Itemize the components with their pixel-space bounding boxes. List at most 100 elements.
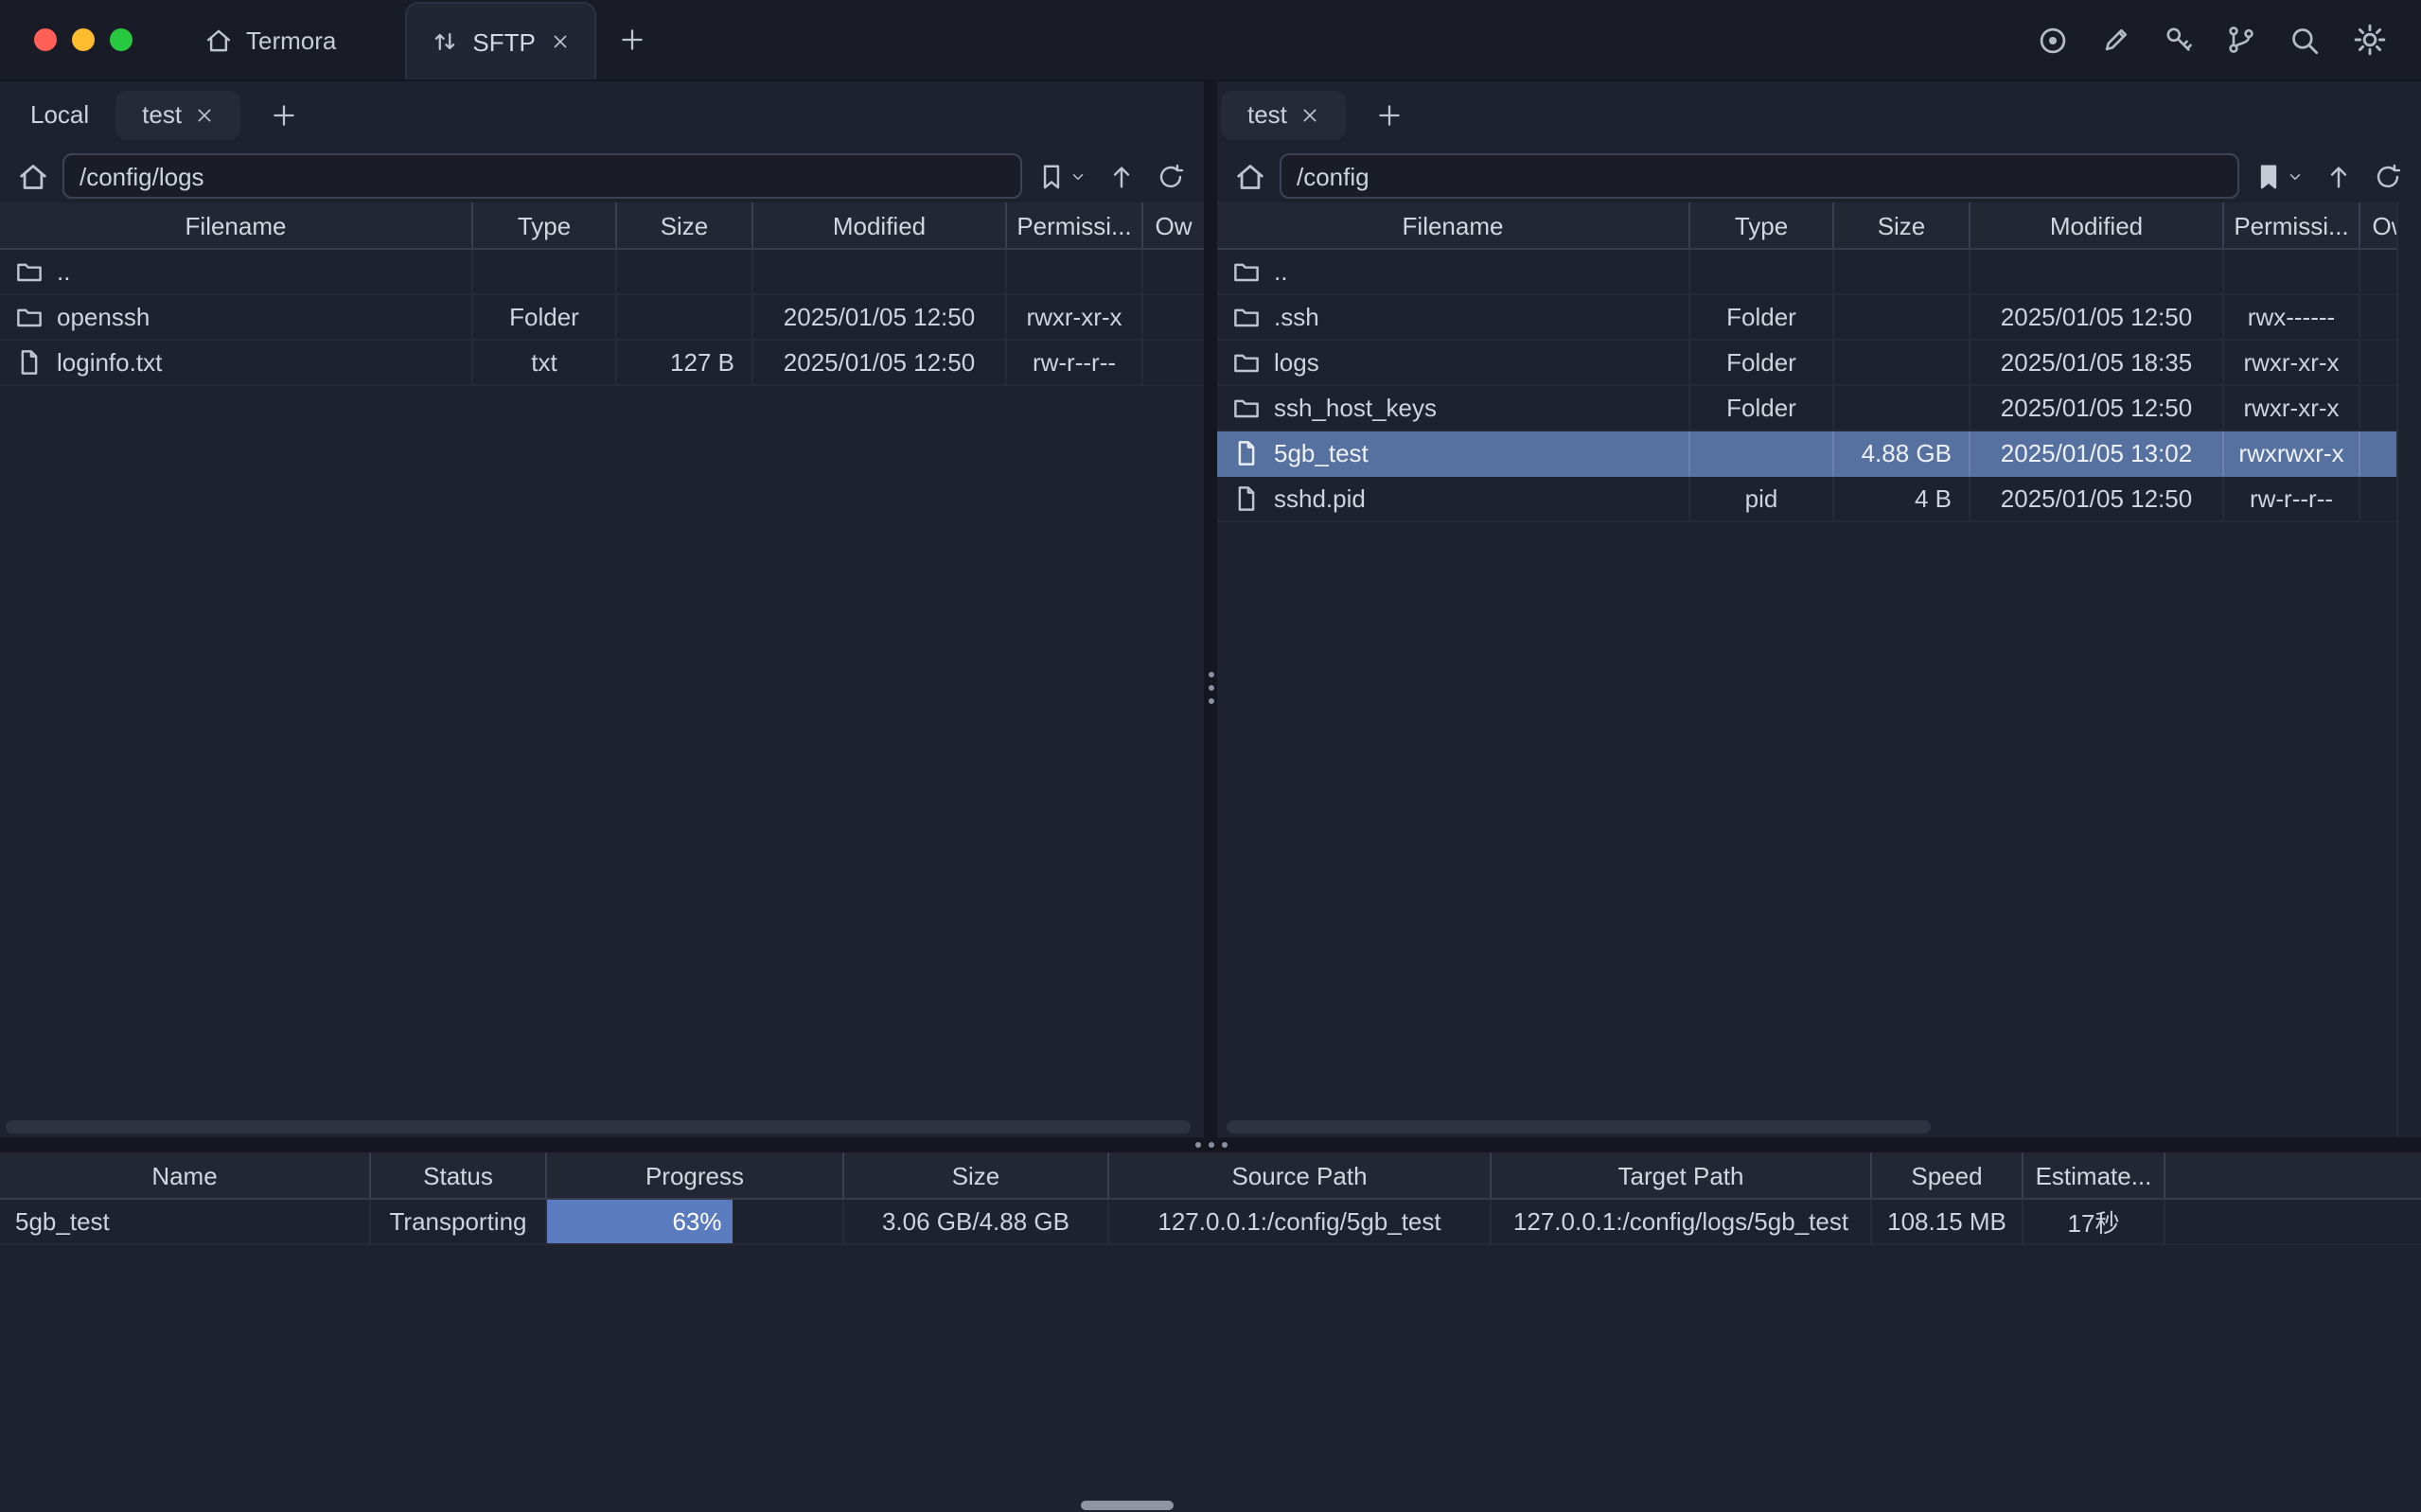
transfer-status-cell: Transporting	[371, 1200, 547, 1245]
left-bookmark-button[interactable]	[1037, 162, 1087, 190]
type-cell: Folder	[1690, 341, 1834, 386]
folder-icon	[15, 257, 44, 286]
tab-test-left[interactable]: test	[115, 90, 240, 139]
column-header-permissions[interactable]: Permissi...	[2224, 202, 2360, 248]
column-header-name[interactable]: Name	[0, 1152, 371, 1198]
left-horizontal-scrollbar[interactable]	[6, 1120, 1191, 1134]
size-cell: 4 B	[1834, 477, 1970, 522]
file-row-sshd-pid[interactable]: sshd.pid pid 4 B 2025/01/05 12:50 rw-r--…	[1217, 477, 2421, 522]
branch-icon[interactable]	[2226, 25, 2256, 55]
file-name: logs	[1274, 348, 1319, 377]
zoom-window-button[interactable]	[110, 28, 133, 51]
file-name: 5gb_test	[1274, 439, 1369, 467]
filename-cell: logs	[1217, 341, 1690, 386]
edit-icon[interactable]	[2101, 25, 2131, 55]
column-header-size[interactable]: Size	[844, 1152, 1109, 1198]
owner-cell	[1143, 250, 1204, 295]
titlebar-spacer	[668, 0, 2037, 79]
column-header-progress[interactable]: Progress	[547, 1152, 844, 1198]
search-icon[interactable]	[2288, 24, 2321, 56]
close-window-button[interactable]	[34, 28, 57, 51]
column-header-filename[interactable]: Filename	[1217, 202, 1690, 248]
tab-termora[interactable]: Termora	[178, 0, 362, 79]
plus-icon	[1376, 101, 1403, 128]
splitter-handle-icon	[1208, 672, 1213, 704]
close-tab-icon[interactable]	[1300, 105, 1319, 124]
folder-icon	[1232, 303, 1261, 331]
home-icon[interactable]	[17, 160, 49, 192]
tab-sftp[interactable]: SFTP	[404, 2, 595, 79]
column-header-target-path[interactable]: Target Path	[1492, 1152, 1872, 1198]
type-cell: pid	[1690, 477, 1834, 522]
right-path-input[interactable]	[1280, 153, 2239, 199]
file-name: openssh	[57, 303, 150, 331]
column-header-modified[interactable]: Modified	[753, 202, 1007, 248]
filename-cell: sshd.pid	[1217, 477, 1690, 522]
minimize-window-button[interactable]	[72, 28, 95, 51]
right-refresh-button[interactable]	[2374, 162, 2402, 190]
left-refresh-button[interactable]	[1157, 162, 1185, 190]
folder-icon	[1232, 394, 1261, 422]
column-header-speed[interactable]: Speed	[1872, 1152, 2023, 1198]
file-row-5gb-test-selected[interactable]: 5gb_test 4.88 GB 2025/01/05 13:02 rwxrwx…	[1217, 431, 2421, 477]
file-row-ssh[interactable]: .ssh Folder 2025/01/05 12:50 rwx------	[1217, 295, 2421, 341]
column-header-permissions[interactable]: Permissi...	[1007, 202, 1143, 248]
file-row-parent[interactable]: ..	[0, 250, 1204, 295]
column-header-status[interactable]: Status	[371, 1152, 547, 1198]
size-cell	[1834, 250, 1970, 295]
column-header-source-path[interactable]: Source Path	[1109, 1152, 1492, 1198]
file-icon	[15, 348, 44, 377]
transfers-header: Name Status Progress Size Source Path Ta…	[0, 1152, 2421, 1200]
permissions-cell	[2224, 250, 2360, 295]
column-header-size[interactable]: Size	[1834, 202, 1970, 248]
file-row-logs[interactable]: logs Folder 2025/01/05 18:35 rwxr-xr-x	[1217, 341, 2421, 386]
tab-test-right[interactable]: test	[1221, 90, 1346, 139]
file-row-ssh-host-keys[interactable]: ssh_host_keys Folder 2025/01/05 12:50 rw…	[1217, 386, 2421, 431]
filename-cell: loginfo.txt	[0, 341, 473, 386]
left-path-input[interactable]	[62, 153, 1022, 199]
vertical-splitter[interactable]	[1204, 81, 1217, 1137]
modified-cell	[1970, 250, 2224, 295]
refresh-icon	[1157, 162, 1185, 190]
key-icon[interactable]	[2164, 25, 2194, 55]
file-row-loginfo[interactable]: loginfo.txt txt 127 B 2025/01/05 12:50 r…	[0, 341, 1204, 386]
right-parent-dir-button[interactable]	[2324, 162, 2353, 190]
column-header-modified[interactable]: Modified	[1970, 202, 2224, 248]
file-row-parent[interactable]: ..	[1217, 250, 2421, 295]
column-header-type[interactable]: Type	[1690, 202, 1834, 248]
transfer-source-cell: 127.0.0.1:/config/5gb_test	[1109, 1200, 1492, 1245]
column-header-type[interactable]: Type	[473, 202, 617, 248]
column-header-estimate[interactable]: Estimate...	[2023, 1152, 2165, 1198]
type-cell	[473, 250, 617, 295]
transfer-target-cell: 127.0.0.1:/config/logs/5gb_test	[1492, 1200, 1872, 1245]
close-tab-icon[interactable]	[551, 32, 570, 51]
column-header-filename[interactable]: Filename	[0, 202, 473, 248]
right-vertical-scrollbar-track[interactable]	[2396, 202, 2421, 1137]
file-name: ssh_host_keys	[1274, 394, 1437, 422]
size-cell	[617, 250, 753, 295]
close-tab-icon[interactable]	[195, 105, 214, 124]
chevron-down-icon	[2287, 167, 2304, 185]
left-new-tab-button[interactable]	[263, 94, 305, 135]
transfer-progress-cell: 63%	[547, 1200, 844, 1245]
settings-icon[interactable]	[2353, 23, 2387, 57]
column-header-size[interactable]: Size	[617, 202, 753, 248]
type-cell	[1690, 431, 1834, 477]
header-filler	[2165, 1152, 2421, 1198]
progress-bar-fill: 63%	[547, 1200, 733, 1243]
record-icon[interactable]	[2037, 24, 2069, 56]
transfers-horizontal-scrollbar[interactable]	[1081, 1501, 1174, 1510]
right-new-tab-button[interactable]	[1369, 94, 1410, 135]
right-horizontal-scrollbar[interactable]	[1227, 1120, 1931, 1134]
tab-local[interactable]: Local	[4, 90, 115, 139]
horizontal-splitter[interactable]	[0, 1137, 2421, 1152]
left-parent-dir-button[interactable]	[1107, 162, 1136, 190]
file-name: ..	[1274, 257, 1287, 286]
left-file-table: Filename Type Size Modified Permissi... …	[0, 202, 1204, 1137]
transfer-row-5gb-test[interactable]: 5gb_test Transporting 63% 3.06 GB/4.88 G…	[0, 1200, 2421, 1245]
column-header-owner[interactable]: Ow	[1143, 202, 1204, 248]
right-bookmark-button[interactable]	[2254, 162, 2304, 190]
file-row-openssh[interactable]: openssh Folder 2025/01/05 12:50 rwxr-xr-…	[0, 295, 1204, 341]
new-tab-button[interactable]	[596, 0, 668, 79]
home-icon[interactable]	[1234, 160, 1266, 192]
